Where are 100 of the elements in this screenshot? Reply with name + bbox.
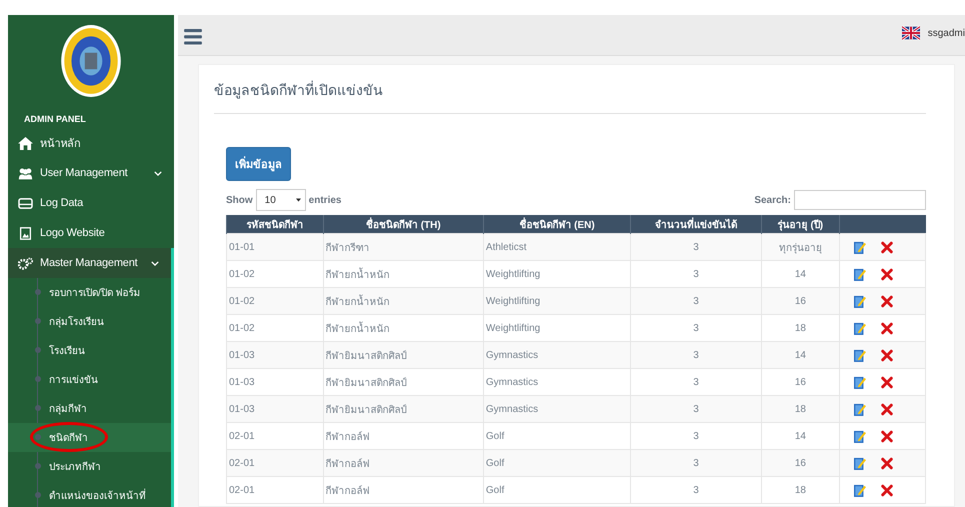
sidebar-item[interactable]: Master Management xyxy=(8,248,174,278)
edit-icon[interactable] xyxy=(854,430,866,442)
edit-icon[interactable] xyxy=(854,484,866,496)
delete-icon[interactable] xyxy=(880,268,893,280)
sidebar-item-label: User Management xyxy=(40,167,129,179)
table-cell: 16 xyxy=(761,450,840,476)
submenu-item[interactable]: ตำแหน่งของเจ้าหน้าที่ xyxy=(8,481,171,507)
sidebar-item[interactable]: หน้าหลัก xyxy=(8,128,174,158)
edit-icon[interactable] xyxy=(854,322,866,334)
drive-icon xyxy=(18,196,33,210)
sidebar-item-label: Master Management xyxy=(40,257,139,269)
users-icon xyxy=(18,166,33,180)
edit-icon[interactable] xyxy=(854,456,866,470)
edit-icon[interactable] xyxy=(854,376,866,388)
table-cell: 01-03 xyxy=(226,342,324,368)
table-cell: กีฬายิมนาสติกศิลป์ xyxy=(323,342,484,368)
table-cell: 3 xyxy=(630,476,762,504)
table-cell: Gymnastics xyxy=(483,396,631,422)
delete-icon[interactable] xyxy=(880,484,893,496)
entries-label: entries xyxy=(308,194,342,206)
submenu-item-label: กลุ่มโรงเรียน xyxy=(48,315,104,329)
table-cell: กีฬากรีฑา xyxy=(323,234,484,260)
delete-icon[interactable] xyxy=(880,376,893,388)
table-cell: กีฬากอล์ฟ xyxy=(323,450,484,476)
sidebar-item-label: Log Data xyxy=(40,197,84,209)
menu-icon[interactable] xyxy=(184,29,202,45)
table-cell: Gymnastics xyxy=(483,342,631,368)
edit-icon[interactable] xyxy=(854,294,866,308)
sidebar-item-label: Logo Website xyxy=(40,227,106,239)
home-icon xyxy=(18,136,33,150)
table-cell: 16 xyxy=(761,288,840,314)
submenu-item-label: กลุ่มกีฬา xyxy=(48,402,87,416)
delete-icon[interactable] xyxy=(880,456,893,470)
edit-icon[interactable] xyxy=(854,348,866,362)
table-cell: Athleticst xyxy=(483,234,631,260)
table-cell: 3 xyxy=(630,234,762,260)
gears-icon xyxy=(18,256,33,270)
table-cell: 02-01 xyxy=(226,450,324,476)
admin-panel-heading: ADMIN PANEL xyxy=(23,113,87,126)
column-header[interactable]: รุ่นอายุ (ปี) xyxy=(761,215,840,234)
delete-icon[interactable] xyxy=(880,240,893,254)
sidebar-item[interactable]: Log Data xyxy=(8,188,174,218)
column-header[interactable]: รหัสชนิดกีฬา xyxy=(226,215,324,234)
submenu-item-label: ชนิดกีฬา xyxy=(48,432,88,445)
table-cell: กีฬายกน้ำหนัก xyxy=(323,288,484,314)
table-cell: 01-01 xyxy=(226,234,324,260)
delete-icon[interactable] xyxy=(880,402,893,416)
search-field[interactable] xyxy=(794,190,926,210)
sidebar-item[interactable]: User Management xyxy=(8,158,174,188)
table-cell: กีฬากอล์ฟ xyxy=(323,476,484,504)
table-cell: 14 xyxy=(761,342,840,368)
table-cell: Golf xyxy=(483,476,631,504)
table-cell: 18 xyxy=(761,396,840,422)
page-title: ข้อมูลชนิดกีฬาที่เปิดแข่งขัน xyxy=(214,65,926,114)
submenu-item-label: การแข่งขัน xyxy=(48,374,98,387)
table-cell: Weightlifting xyxy=(483,288,631,314)
username[interactable]: ssgadmi xyxy=(928,28,965,38)
chevron-down-icon xyxy=(154,170,162,176)
table-cell: 01-03 xyxy=(226,396,324,422)
add-button[interactable]: เพิ่มข้อมูล xyxy=(226,147,291,181)
table-cell: 3 xyxy=(630,342,762,368)
edit-icon[interactable] xyxy=(854,240,866,254)
delete-icon[interactable] xyxy=(880,430,893,442)
chevron-down-icon xyxy=(151,260,159,266)
table-cell: Golf xyxy=(483,450,631,476)
delete-icon[interactable] xyxy=(880,322,893,334)
search-label: Search: xyxy=(754,194,791,206)
submenu-item-label: ประเภทกีฬา xyxy=(48,460,101,474)
submenu-item[interactable]: ประเภทกีฬา xyxy=(8,452,171,481)
table-cell: 01-02 xyxy=(226,288,324,314)
table-cell: กีฬายิมนาสติกศิลป์ xyxy=(323,396,484,422)
table-cell: 3 xyxy=(630,396,762,422)
submenu-item-label: ตำแหน่งของเจ้าหน้าที่ xyxy=(34,488,146,503)
submenu-item[interactable]: การแข่งขัน xyxy=(8,365,171,394)
column-header[interactable]: จำนวนที่แข่งขันได้ xyxy=(630,215,762,234)
submenu-item[interactable]: กลุ่มกีฬา xyxy=(8,394,171,423)
show-label: Show xyxy=(226,194,253,206)
image-file-icon xyxy=(18,226,33,240)
table-cell: 02-01 xyxy=(226,476,324,504)
column-header[interactable]: ชื่อชนิดกีฬา (TH) xyxy=(323,215,484,234)
uk-flag-icon[interactable] xyxy=(902,26,920,40)
delete-icon[interactable] xyxy=(880,294,893,308)
submenu-item-label: รอบการเปิด/ปิด ฟอร์ม xyxy=(48,286,141,300)
sidebar-item-label: หน้าหลัก xyxy=(40,137,82,152)
column-header[interactable]: ชื่อชนิดกีฬา (EN) xyxy=(483,215,631,234)
submenu-item[interactable]: กลุ่มโรงเรียน xyxy=(8,307,171,336)
submenu-item-label: โรงเรียน xyxy=(48,344,85,358)
edit-icon[interactable] xyxy=(854,268,866,280)
submenu-item[interactable]: ชนิดกีฬา xyxy=(8,423,171,452)
table-cell: 18 xyxy=(761,476,840,504)
table-cell: 3 xyxy=(630,288,762,314)
table-cell: 3 xyxy=(630,450,762,476)
edit-icon[interactable] xyxy=(854,402,866,416)
delete-icon[interactable] xyxy=(880,348,893,362)
entries-select[interactable]: 10 xyxy=(256,189,306,211)
caret-icon xyxy=(296,198,301,202)
submenu-item[interactable]: รอบการเปิด/ปิด ฟอร์ม xyxy=(8,278,171,307)
submenu-item[interactable]: โรงเรียน xyxy=(8,336,171,365)
sidebar-item[interactable]: Logo Website xyxy=(8,218,174,248)
table-cell: ทุกรุ่นอายุ xyxy=(761,234,840,260)
